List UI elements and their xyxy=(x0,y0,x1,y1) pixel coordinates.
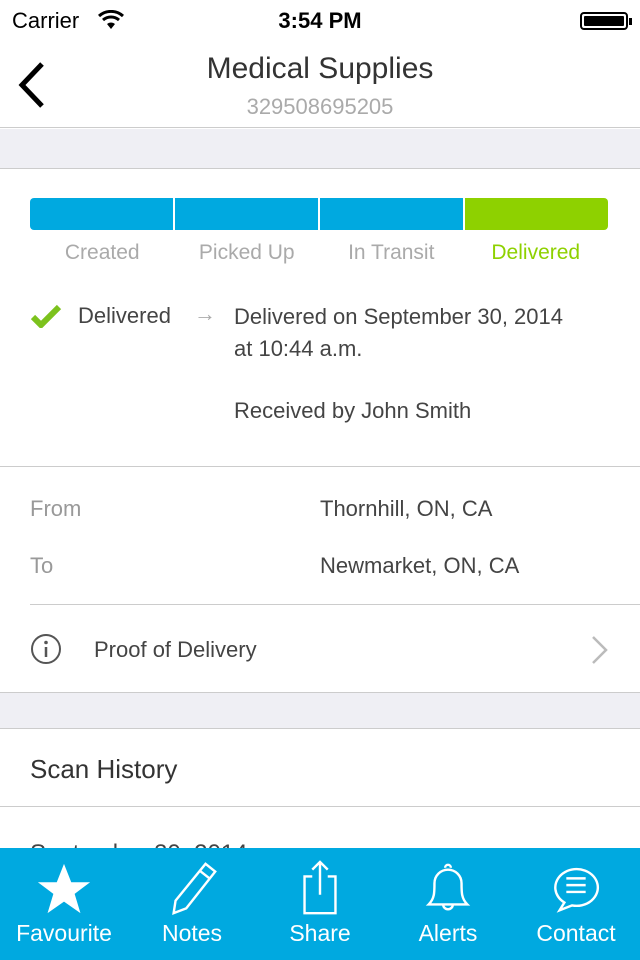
battery-icon xyxy=(580,12,632,30)
progress-labels: Created Picked Up In Transit Delivered xyxy=(30,241,608,265)
tab-favourite[interactable]: Favourite xyxy=(0,848,128,960)
tab-label: Notes xyxy=(161,920,223,946)
share-icon xyxy=(303,860,337,915)
to-value: Newmarket, ON, CA xyxy=(320,553,520,578)
delivered-date: Delivered on September 30, 2014 xyxy=(234,304,563,329)
arrow-right-icon: → xyxy=(194,301,216,326)
tab-share[interactable]: Share xyxy=(256,848,384,960)
received-by: Received by John Smith xyxy=(234,398,472,423)
tab-alerts[interactable]: Alerts xyxy=(384,848,512,960)
section-gap xyxy=(0,692,640,729)
tab-label: Contact xyxy=(536,920,616,946)
check-icon xyxy=(30,304,62,328)
section-gap xyxy=(0,129,640,169)
divider xyxy=(0,466,640,467)
progress-bar xyxy=(30,198,608,230)
page-title: Medical Supplies xyxy=(206,52,434,85)
from-label: From xyxy=(30,496,82,521)
tab-label: Share xyxy=(289,920,351,946)
status-bar: Carrier 3:54 PM xyxy=(0,0,640,40)
nav-bar: Medical Supplies 329508695205 xyxy=(0,40,640,128)
pencil-icon xyxy=(172,862,217,916)
step-delivered: Delivered xyxy=(491,241,581,264)
to-label: To xyxy=(30,553,54,578)
tab-notes[interactable]: Notes xyxy=(128,848,256,960)
tab-bar: Favourite Notes Share Alerts Contact xyxy=(0,848,640,960)
divider xyxy=(0,806,640,807)
tracking-number: 329508695205 xyxy=(246,94,394,119)
chat-icon xyxy=(554,867,600,913)
star-icon xyxy=(37,863,91,914)
step-in-transit: In Transit xyxy=(348,241,435,264)
scan-history-title: Scan History xyxy=(30,754,178,784)
proof-label: Proof of Delivery xyxy=(94,637,257,662)
status-label: Delivered xyxy=(78,303,171,328)
from-value: Thornhill, ON, CA xyxy=(320,496,493,521)
bell-icon xyxy=(425,863,471,911)
step-picked-up: Picked Up xyxy=(198,241,295,264)
step-created: Created xyxy=(64,241,140,264)
clock: 3:54 PM xyxy=(278,8,362,33)
info-icon xyxy=(31,634,61,664)
tab-label: Favourite xyxy=(16,920,112,946)
delivered-time: at 10:44 a.m. xyxy=(234,336,363,361)
tab-label: Alerts xyxy=(418,920,478,946)
chevron-right-icon xyxy=(592,636,608,664)
proof-of-delivery-row[interactable]: Proof of Delivery xyxy=(0,605,640,692)
tab-contact[interactable]: Contact xyxy=(512,848,640,960)
